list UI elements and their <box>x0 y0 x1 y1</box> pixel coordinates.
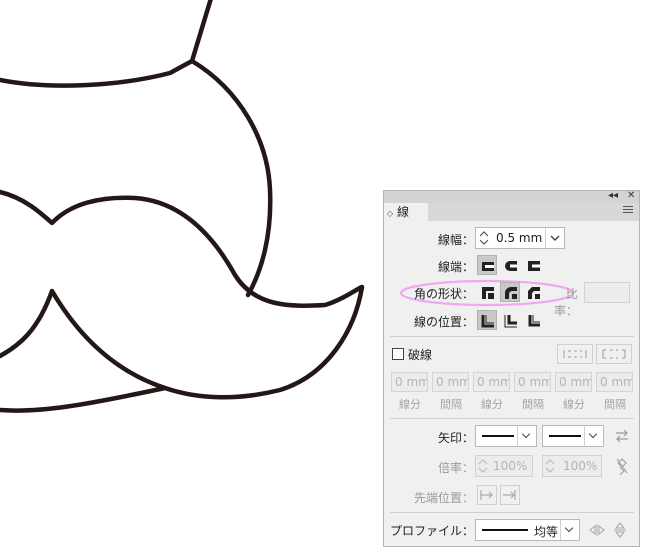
stroke-weight-label: 線幅： <box>437 233 474 247</box>
projecting-cap-button[interactable] <box>523 255 543 275</box>
tab-stroke[interactable]: ◇ 線 <box>384 203 428 221</box>
align-outside-button[interactable] <box>523 310 543 330</box>
cap-label: 線端： <box>437 260 474 274</box>
start-arrow-dropdown[interactable] <box>475 425 537 447</box>
dash-1-field[interactable]: 0 mm <box>391 372 428 392</box>
align-stroke-label: 線の位置： <box>413 315 474 329</box>
line-icon <box>482 435 514 437</box>
link-scale-icon[interactable] <box>614 457 630 475</box>
arrow-align-label: 先端位置： <box>413 491 474 505</box>
panel-menu-icon[interactable] <box>623 206 633 215</box>
chin-outline <box>0 385 168 413</box>
align-dash-button[interactable] <box>596 344 632 364</box>
scale-label: 倍率： <box>437 461 474 475</box>
dashed-line-checkbox[interactable] <box>392 348 404 360</box>
gap-2-label: 間隔 <box>522 398 544 411</box>
divider <box>390 512 634 513</box>
start-scale-value: 100% <box>493 459 528 473</box>
end-arrow-dropdown[interactable] <box>542 425 604 447</box>
start-scale-field[interactable]: 100% <box>475 455 533 477</box>
flip-horizontal-icon[interactable] <box>589 523 605 537</box>
swap-arrows-icon[interactable] <box>614 429 630 443</box>
miter-limit-label: 比率： <box>553 287 578 318</box>
divider <box>390 336 634 337</box>
end-scale-value: 100% <box>563 459 598 473</box>
arrowheads-label: 矢印： <box>437 431 474 445</box>
preserve-dash-button[interactable] <box>557 344 593 364</box>
close-icon[interactable]: ✕ <box>627 190 635 202</box>
dashed-line-label: 破線 <box>408 348 433 362</box>
gap-1-field[interactable]: 0 mm <box>432 372 469 392</box>
tab-stroke-label: 線 <box>396 205 409 219</box>
dash-2-field[interactable]: 0 mm <box>473 372 510 392</box>
dash-1-label: 線分 <box>399 398 421 411</box>
miter-limit-field[interactable] <box>584 282 630 303</box>
arrow-extend-button[interactable] <box>477 485 497 505</box>
divider <box>390 418 634 419</box>
align-inside-button[interactable] <box>500 310 520 330</box>
gap-2-field[interactable]: 0 mm <box>514 372 551 392</box>
profile-label: プロファイル： <box>389 524 474 538</box>
stroke-weight-value: 0.5 mm <box>496 231 543 245</box>
gap-3-field[interactable]: 0 mm <box>596 372 633 392</box>
hair-outline <box>0 0 213 88</box>
flip-vertical-icon[interactable] <box>613 522 627 538</box>
stepper-icon[interactable] <box>477 228 491 248</box>
face-outline <box>189 58 273 298</box>
round-cap-button[interactable] <box>500 255 520 275</box>
align-center-button[interactable] <box>477 310 497 330</box>
stroke-panel: ◂◂ ✕ ◇ 線 線幅： 0.5 mm 線端： 角の形状： 比率： 線の位置： … <box>383 190 640 547</box>
gap-3-label: 間隔 <box>604 398 626 411</box>
dash-2-label: 線分 <box>481 398 503 411</box>
butt-cap-button[interactable] <box>477 255 497 275</box>
gap-1-label: 間隔 <box>440 398 462 411</box>
tab-options-icon[interactable]: ◇ <box>387 209 393 218</box>
arrow-place-button[interactable] <box>500 485 520 505</box>
collapse-icon[interactable]: ◂◂ <box>608 190 618 202</box>
chevron-down-icon[interactable] <box>517 426 536 446</box>
chevron-down-icon[interactable] <box>584 426 603 446</box>
profile-value: 均等 <box>534 525 559 539</box>
end-scale-field[interactable]: 100% <box>542 455 602 477</box>
panel-titlebar[interactable]: ◂◂ ✕ <box>384 190 639 203</box>
miter-join-button[interactable] <box>477 282 497 302</box>
stepper-icon[interactable] <box>544 456 556 476</box>
chevron-down-icon[interactable] <box>560 520 579 540</box>
profile-dropdown[interactable]: 均等 <box>475 519 580 541</box>
stepper-icon[interactable] <box>477 456 489 476</box>
corner-label: 角の形状： <box>413 287 474 301</box>
dash-3-field[interactable]: 0 mm <box>555 372 592 392</box>
round-join-button[interactable] <box>500 282 520 302</box>
dash-3-label: 線分 <box>563 398 585 411</box>
chevron-down-icon[interactable] <box>545 228 564 248</box>
mustache-outline <box>0 189 365 400</box>
panel-tab-row: ◇ 線 <box>384 203 639 221</box>
stroke-weight-field[interactable]: 0.5 mm <box>475 227 565 249</box>
profile-line-icon <box>482 529 528 531</box>
line-icon <box>549 435 581 437</box>
bevel-join-button[interactable] <box>523 282 543 302</box>
